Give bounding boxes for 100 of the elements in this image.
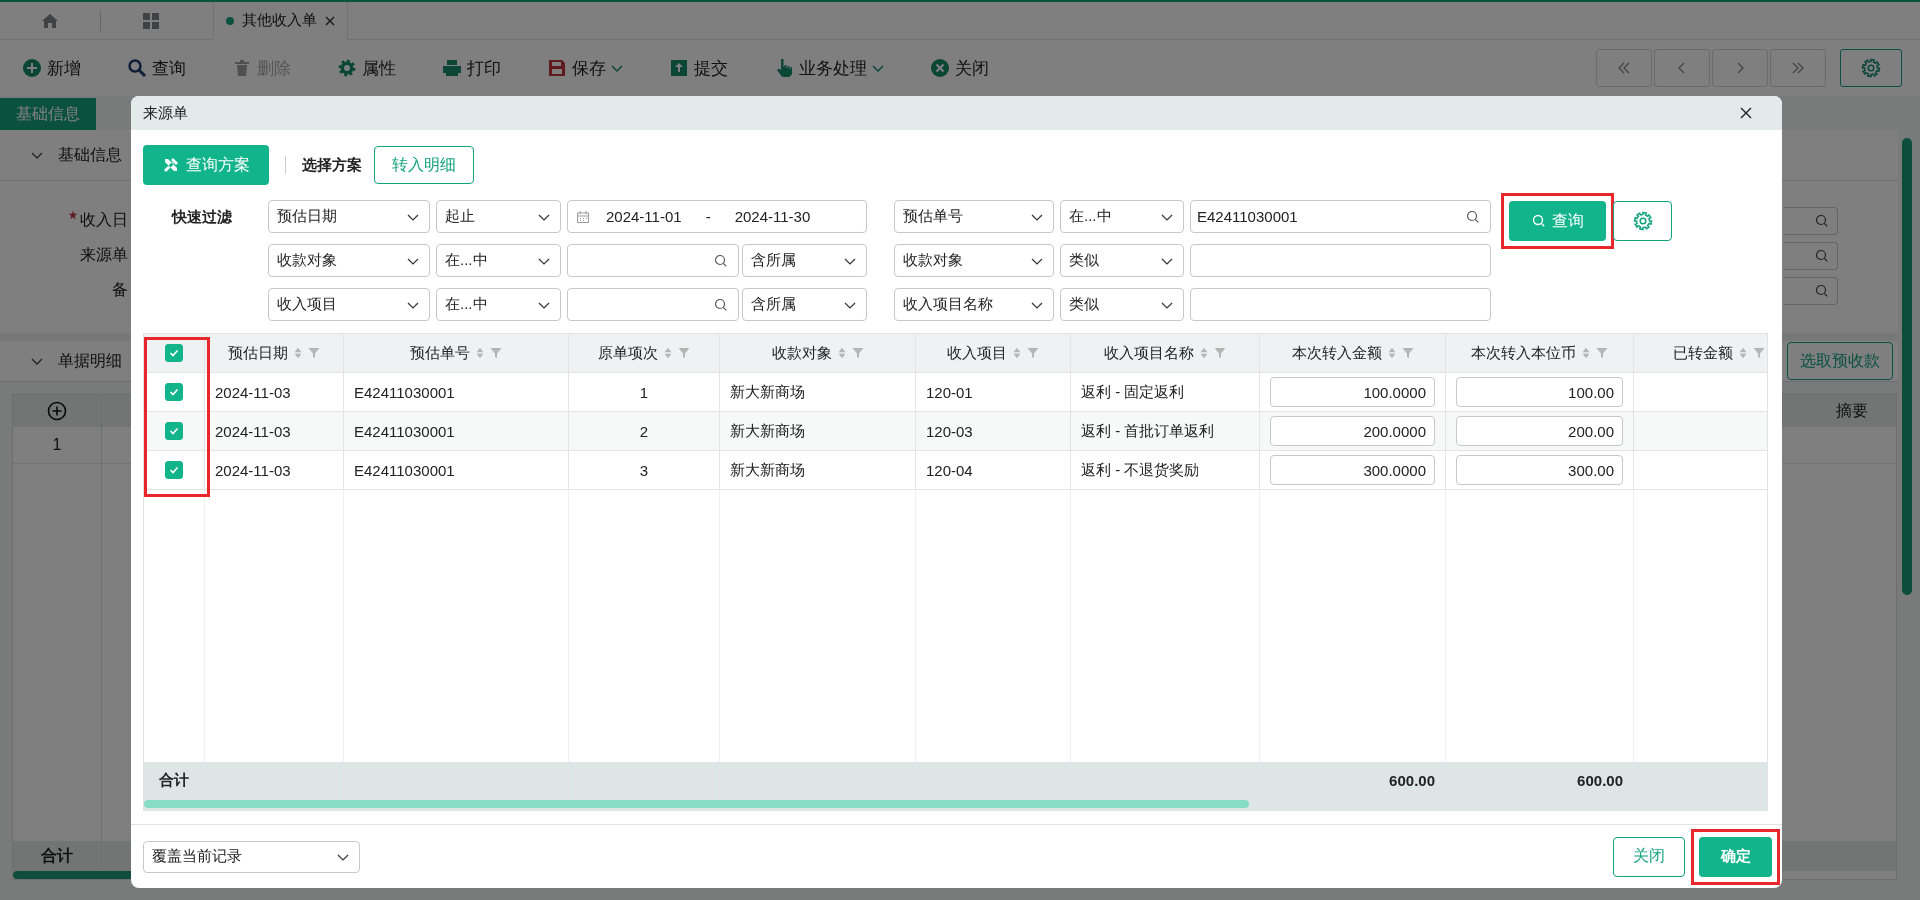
tools-icon (162, 156, 180, 174)
sort-icon (662, 347, 674, 359)
add-icon[interactable] (47, 401, 67, 421)
double-chevron-right-icon (1791, 61, 1805, 75)
column-header[interactable]: 本次转入本位币 (1446, 334, 1634, 372)
table-cell: 新大新商场 (730, 421, 805, 441)
floppy-icon (547, 58, 567, 78)
search-icon[interactable] (714, 253, 728, 268)
double-chevron-left-icon (1617, 61, 1631, 75)
checkbox[interactable] (165, 422, 183, 440)
filter-icon (678, 347, 690, 359)
toolbar-button[interactable]: 关闭 (926, 54, 993, 82)
gear-icon (337, 58, 357, 78)
search-icon (127, 58, 147, 78)
toolbar-button[interactable]: 业务处理 (770, 54, 888, 82)
filter-icon (308, 347, 320, 359)
check-icon (168, 425, 180, 437)
toolbar-button[interactable]: 保存 (543, 54, 627, 82)
last-button[interactable] (1770, 49, 1826, 87)
previous-button[interactable] (1654, 49, 1710, 87)
table-cell: 120-04 (926, 461, 973, 479)
field-dropdown[interactable]: 收入项目名称 (894, 288, 1054, 321)
operator-dropdown[interactable]: 类似 (1060, 244, 1184, 277)
value-field[interactable] (1190, 244, 1491, 277)
date-range-field[interactable]: 2024-11-01 - 2024-11-30 (567, 200, 867, 233)
table-cell: E42411030001 (354, 461, 455, 479)
table-cell: 1 (639, 383, 649, 401)
operator-dropdown[interactable]: 在...中 (436, 244, 561, 277)
field-dropdown[interactable]: 收款对象 (894, 244, 1054, 277)
filter-icon (1214, 347, 1226, 359)
horizontal-scrollbar[interactable] (144, 798, 1767, 810)
document-tab[interactable]: 其他收入单 (213, 1, 348, 40)
filter-icon (1596, 347, 1608, 359)
toolbar-button[interactable]: 查询 (123, 54, 190, 82)
amount-field[interactable]: 200.0000 (1270, 416, 1435, 446)
toolbar-button[interactable]: 属性 (333, 54, 400, 82)
operator-dropdown[interactable]: 在...中 (1060, 200, 1184, 233)
operator-dropdown[interactable]: 在...中 (436, 288, 561, 321)
close-icon[interactable] (1740, 107, 1752, 119)
field-label: 来源单 (80, 245, 128, 265)
amount-field[interactable]: 200.00 (1456, 416, 1623, 446)
column-header[interactable]: 收入项目名称 (1071, 334, 1260, 372)
settings-button[interactable] (1613, 201, 1672, 241)
total-label: 合计 (159, 770, 189, 790)
search-icon[interactable] (1815, 248, 1829, 263)
field-dropdown[interactable]: 预估单号 (894, 200, 1054, 233)
trash-icon (232, 58, 252, 78)
amount-field[interactable]: 100.00 (1456, 377, 1623, 407)
checkbox[interactable] (165, 344, 183, 362)
lookup-field[interactable] (567, 288, 739, 321)
lookup-field[interactable] (1784, 241, 1838, 270)
table-cell: 新大新商场 (730, 460, 805, 480)
scheme-label: 选择方案 (302, 155, 362, 175)
first-button[interactable] (1596, 49, 1652, 87)
amount-field[interactable]: 100.0000 (1270, 377, 1435, 407)
apps-icon[interactable] (141, 10, 161, 31)
table-cell: 2024-11-03 (215, 461, 291, 479)
field-dropdown[interactable]: 预估日期 (268, 200, 430, 233)
sort-icon (292, 347, 304, 359)
mode-dropdown[interactable]: 覆盖当前记录 (143, 840, 360, 873)
settings-icon (1632, 211, 1653, 231)
amount-field[interactable]: 300.0000 (1270, 455, 1435, 485)
table-cell: E42411030001 (354, 422, 455, 440)
column-header[interactable]: 预估单号 (344, 334, 569, 372)
scope-dropdown[interactable]: 含所属 (742, 244, 867, 277)
lookup-field[interactable] (1784, 276, 1838, 305)
search-icon[interactable] (1466, 209, 1480, 224)
lookup-field[interactable] (567, 244, 739, 277)
search-icon[interactable] (1815, 283, 1829, 298)
operator-dropdown[interactable]: 起止 (436, 200, 561, 233)
close-icon (930, 58, 950, 78)
column-header[interactable]: 原单项次 (569, 334, 720, 372)
toolbar-button[interactable]: 提交 (665, 54, 732, 82)
settings-button[interactable] (1840, 49, 1902, 87)
section-title: 基础信息 (58, 144, 122, 165)
next-button[interactable] (1712, 49, 1768, 87)
column-header[interactable]: 收款对象 (720, 334, 916, 372)
checkbox[interactable] (165, 461, 183, 479)
field-dropdown[interactable]: 收入项目 (268, 288, 430, 321)
toolbar-button[interactable]: 新增 (18, 54, 85, 82)
settings-icon (1861, 58, 1881, 78)
check-icon (168, 347, 180, 359)
scope-dropdown[interactable]: 含所属 (742, 288, 867, 321)
row-number: 1 (13, 427, 102, 463)
search-icon[interactable] (714, 297, 728, 312)
field-dropdown[interactable]: 收款对象 (268, 244, 430, 277)
search-icon[interactable] (1815, 213, 1829, 228)
checkbox[interactable] (165, 383, 183, 401)
sort-icon (1580, 347, 1592, 359)
value-field[interactable] (1190, 288, 1491, 321)
table-cell: 新大新商场 (730, 382, 805, 402)
column-header[interactable]: 本次转入金额 (1260, 334, 1446, 372)
operator-dropdown[interactable]: 类似 (1060, 288, 1184, 321)
lookup-field[interactable] (1784, 206, 1838, 235)
column-header[interactable]: 收入项目 (916, 334, 1071, 372)
toolbar-button[interactable]: 打印 (438, 54, 505, 82)
amount-field[interactable]: 300.00 (1456, 455, 1623, 485)
value-field[interactable]: E42411030001 (1190, 200, 1491, 233)
table-cell: 返利 - 不退货奖励 (1081, 460, 1200, 480)
column-header[interactable]: 已转金额 (1634, 334, 1767, 372)
